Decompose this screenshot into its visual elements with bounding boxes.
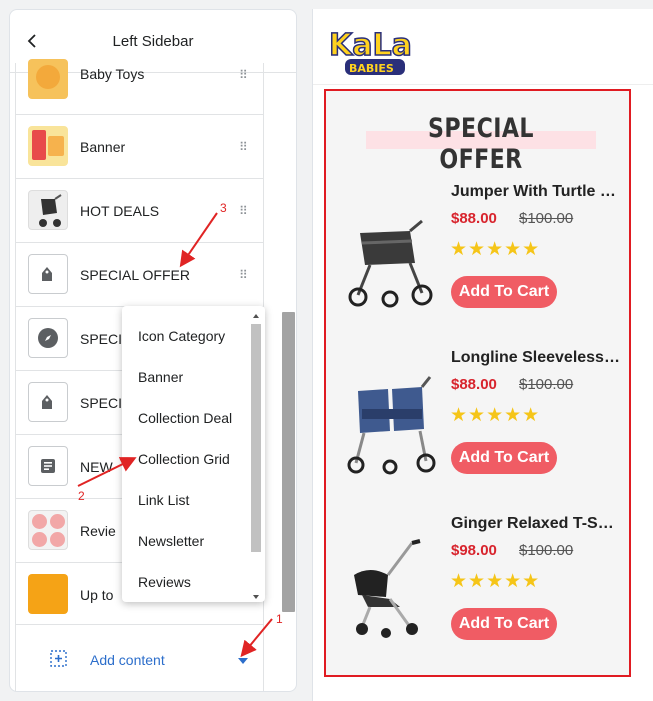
text-icon bbox=[28, 446, 68, 486]
kala-babies-logo: KaLa BABIES bbox=[328, 27, 413, 75]
section-label: Revie bbox=[80, 522, 116, 539]
dropdown-item-collection-deal[interactable]: Collection Deal bbox=[138, 410, 232, 426]
section-label: SPECI bbox=[80, 394, 123, 411]
compass-icon bbox=[28, 318, 68, 358]
promo-thumb bbox=[28, 574, 68, 614]
stroller-thumb bbox=[28, 190, 68, 230]
section-label: Banner bbox=[80, 138, 126, 155]
product-card: Jumper With Turtle Neck $88.00 $100.00 ★… bbox=[326, 183, 629, 343]
add-content-label: Add content bbox=[90, 652, 165, 668]
product-price: $98.00 bbox=[451, 542, 497, 559]
star-rating: ★★★★★ bbox=[450, 239, 541, 260]
panel-scrollbar[interactable] bbox=[282, 312, 295, 612]
product-price: $88.00 bbox=[451, 210, 497, 227]
tag-icon bbox=[28, 382, 68, 422]
product-name[interactable]: Ginger Relaxed T-ShIRT bbox=[451, 515, 621, 533]
annotation-number: 2 bbox=[78, 489, 85, 503]
svg-text:KaLa: KaLa bbox=[329, 28, 412, 63]
back-arrow-icon[interactable] bbox=[24, 32, 42, 50]
dropdown-item-banner[interactable]: Banner bbox=[138, 369, 183, 385]
product-old-price: $100.00 bbox=[519, 542, 574, 559]
product-name[interactable]: Longline Sleeveless T-s... bbox=[451, 349, 621, 367]
product-old-price: $100.00 bbox=[519, 210, 574, 227]
special-offer-section: SPECIAL OFFER Jumper With Turtle Neck $8… bbox=[324, 89, 631, 677]
offer-title-wrap: SPECIAL OFFER bbox=[366, 113, 596, 175]
offer-title: SPECIAL OFFER bbox=[428, 113, 534, 175]
banner-thumb bbox=[28, 126, 68, 166]
stroller-image[interactable] bbox=[340, 535, 440, 645]
product-old-price: $100.00 bbox=[519, 376, 574, 393]
add-to-cart-button[interactable]: Add To Cart bbox=[451, 608, 557, 640]
stroller-image[interactable] bbox=[340, 369, 440, 479]
dropdown-item-link-list[interactable]: Link List bbox=[138, 492, 189, 508]
product-card: Longline Sleeveless T-s... $88.00 $100.0… bbox=[326, 349, 629, 509]
dropdown-item-icon-category[interactable]: Icon Category bbox=[138, 328, 225, 344]
section-label: HOT DEALS bbox=[80, 202, 160, 219]
annotation-number: 1 bbox=[276, 612, 283, 626]
section-item-banner[interactable]: Banner ⠿ bbox=[16, 115, 263, 179]
annotation-number: 3 bbox=[220, 201, 227, 215]
svg-text:BABIES: BABIES bbox=[349, 62, 394, 75]
scroll-down-icon[interactable] bbox=[253, 595, 259, 599]
star-rating: ★★★★★ bbox=[450, 571, 541, 592]
product-card: Ginger Relaxed T-ShIRT $98.00 $100.00 ★★… bbox=[326, 515, 629, 675]
preview-header: KaLa BABIES bbox=[313, 9, 653, 85]
add-section-icon bbox=[50, 650, 67, 667]
dropdown-item-collection-grid[interactable]: Collection Grid bbox=[138, 451, 230, 467]
baby-toys-thumb bbox=[28, 59, 68, 99]
caret-down-icon[interactable] bbox=[238, 658, 248, 664]
star-rating: ★★★★★ bbox=[450, 405, 541, 426]
reviews-thumb bbox=[28, 510, 68, 550]
section-item-baby-toys[interactable]: Baby Toys ⠿ bbox=[16, 59, 263, 115]
scroll-up-icon[interactable] bbox=[253, 314, 259, 318]
editor-title: Left Sidebar bbox=[112, 32, 194, 50]
drag-handle-icon[interactable]: ⠿ bbox=[239, 269, 248, 281]
add-content-dropdown[interactable]: Icon Category Banner Collection Deal Col… bbox=[122, 306, 265, 602]
product-price: $88.00 bbox=[451, 376, 497, 393]
add-content-button[interactable]: Add content bbox=[15, 624, 264, 691]
dropdown-scrollbar[interactable] bbox=[251, 324, 261, 552]
product-name[interactable]: Jumper With Turtle Neck bbox=[451, 183, 621, 201]
stroller-image[interactable] bbox=[340, 203, 440, 313]
drag-handle-icon[interactable]: ⠿ bbox=[239, 69, 248, 81]
section-label: NEW bbox=[80, 458, 113, 475]
store-preview: KaLa BABIES SPECIAL OFFER Jumper With Tu… bbox=[312, 9, 653, 701]
section-label: Up to bbox=[80, 586, 114, 603]
section-item-special-offer[interactable]: SPECIAL OFFER ⠿ bbox=[16, 243, 263, 307]
section-label: SPECIAL OFFER bbox=[80, 266, 190, 283]
tag-icon bbox=[28, 254, 68, 294]
add-to-cart-button[interactable]: Add To Cart bbox=[451, 276, 557, 308]
drag-handle-icon[interactable]: ⠿ bbox=[239, 141, 248, 153]
add-to-cart-button[interactable]: Add To Cart bbox=[451, 442, 557, 474]
section-label: Baby Toys bbox=[80, 66, 145, 82]
section-label: SPECI bbox=[80, 330, 123, 347]
dropdown-item-newsletter[interactable]: Newsletter bbox=[138, 533, 204, 549]
dropdown-item-reviews[interactable]: Reviews bbox=[138, 574, 191, 590]
drag-handle-icon[interactable]: ⠿ bbox=[239, 205, 248, 217]
